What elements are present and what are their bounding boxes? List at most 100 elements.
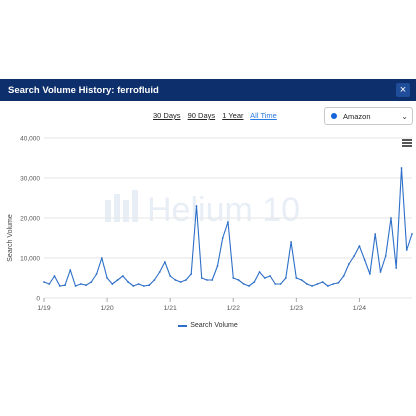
data-point bbox=[348, 263, 350, 265]
data-point bbox=[190, 273, 193, 275]
data-point bbox=[79, 283, 82, 285]
data-point bbox=[237, 279, 240, 281]
data-point bbox=[53, 275, 56, 277]
data-point bbox=[111, 283, 114, 285]
data-point bbox=[206, 279, 208, 281]
dialog-title: Search Volume History: ferrofluid bbox=[8, 84, 159, 96]
data-point bbox=[332, 283, 335, 285]
data-point bbox=[321, 281, 324, 283]
x-tick-label: 1/22 bbox=[227, 305, 240, 312]
data-point bbox=[390, 217, 392, 219]
data-point bbox=[64, 284, 66, 287]
legend-label: Search Volume bbox=[190, 322, 238, 329]
search-volume-chart: Helium 10 0 10,000 20,000 30,000 40,000 1/19… bbox=[7, 136, 413, 312]
y-tick-label: 20,000 bbox=[20, 216, 40, 223]
marketplace-dot-icon bbox=[331, 113, 337, 119]
chart-legend[interactable]: Search Volume bbox=[0, 322, 416, 329]
watermark-text: Helium 10 bbox=[147, 191, 300, 229]
y-tick-label: 0 bbox=[36, 296, 40, 303]
x-tick-label: 1/19 bbox=[37, 305, 50, 312]
data-point bbox=[269, 275, 271, 277]
range-30-days-link[interactable]: 30 Days bbox=[153, 111, 181, 120]
data-point bbox=[121, 275, 124, 277]
data-point bbox=[379, 271, 382, 273]
data-point bbox=[411, 233, 413, 235]
x-tick-label: 1/21 bbox=[164, 305, 177, 312]
data-point bbox=[216, 265, 219, 267]
data-point bbox=[363, 259, 366, 261]
range-1-year-link[interactable]: 1 Year bbox=[222, 111, 243, 120]
data-point bbox=[369, 273, 371, 275]
marketplace-dropdown[interactable]: Amazon ⌄ bbox=[324, 107, 413, 125]
close-icon[interactable]: × bbox=[396, 83, 410, 97]
data-point bbox=[353, 255, 356, 257]
data-point bbox=[200, 277, 203, 279]
y-axis-title: Search Volume bbox=[7, 214, 14, 262]
y-tick-label: 40,000 bbox=[20, 136, 40, 143]
data-point bbox=[311, 285, 314, 287]
time-range-selector: 30 Days 90 Days 1 Year All Time bbox=[153, 111, 282, 120]
data-point bbox=[326, 285, 329, 287]
data-point bbox=[305, 283, 308, 285]
data-point bbox=[137, 283, 140, 285]
data-point bbox=[284, 277, 287, 279]
data-point bbox=[316, 283, 319, 285]
data-point bbox=[116, 279, 119, 281]
data-point bbox=[384, 255, 387, 257]
data-point bbox=[69, 269, 72, 271]
data-point bbox=[279, 283, 282, 285]
y-axis-ticks: 0 10,000 20,000 30,000 40,000 bbox=[20, 136, 40, 303]
helium10-watermark-logo: Helium 10 bbox=[105, 190, 300, 229]
data-point bbox=[74, 285, 77, 287]
data-point bbox=[106, 277, 108, 279]
data-point bbox=[242, 283, 245, 285]
data-point bbox=[169, 275, 172, 277]
data-point bbox=[374, 233, 377, 235]
data-point bbox=[174, 279, 177, 281]
data-point bbox=[405, 249, 408, 251]
data-point bbox=[358, 245, 361, 247]
data-point bbox=[211, 279, 214, 281]
data-point bbox=[263, 277, 266, 279]
data-point bbox=[185, 279, 187, 281]
data-point bbox=[300, 279, 303, 281]
data-point bbox=[227, 221, 229, 223]
data-point bbox=[395, 267, 398, 269]
range-90-days-link[interactable]: 90 Days bbox=[188, 111, 216, 120]
data-point bbox=[195, 205, 198, 207]
data-point bbox=[142, 285, 145, 287]
data-point bbox=[337, 281, 340, 284]
data-point bbox=[400, 167, 403, 169]
x-axis-ticks: 1/19 1/20 1/21 1/22 1/23 1/24 bbox=[37, 298, 366, 312]
series-line-search-volume bbox=[43, 167, 413, 287]
data-point bbox=[153, 279, 156, 281]
data-point bbox=[43, 281, 45, 283]
data-point bbox=[342, 275, 345, 277]
y-tick-label: 10,000 bbox=[20, 256, 40, 263]
data-point bbox=[232, 277, 235, 279]
legend-swatch-icon bbox=[178, 324, 188, 327]
data-point bbox=[253, 281, 256, 283]
x-tick-label: 1/20 bbox=[100, 305, 113, 312]
marketplace-selected-label: Amazon bbox=[343, 111, 371, 121]
data-point bbox=[295, 277, 298, 279]
data-point bbox=[90, 281, 93, 283]
data-point bbox=[248, 285, 250, 287]
data-point bbox=[58, 285, 61, 287]
data-point bbox=[48, 283, 51, 285]
data-point bbox=[148, 284, 151, 287]
dialog-header: Search Volume History: ferrofluid × bbox=[0, 79, 416, 101]
y-tick-label: 30,000 bbox=[20, 176, 40, 183]
data-point bbox=[258, 271, 261, 273]
data-point bbox=[127, 281, 130, 283]
chevron-down-icon: ⌄ bbox=[401, 111, 408, 121]
data-point bbox=[274, 283, 277, 285]
data-point bbox=[132, 285, 135, 287]
range-all-time-link[interactable]: All Time bbox=[250, 111, 277, 120]
chart-gridlines bbox=[44, 137, 412, 299]
data-point bbox=[164, 261, 166, 263]
data-point bbox=[290, 241, 292, 243]
data-point bbox=[158, 271, 161, 273]
data-point bbox=[85, 284, 87, 287]
x-tick-label: 1/24 bbox=[353, 305, 366, 312]
